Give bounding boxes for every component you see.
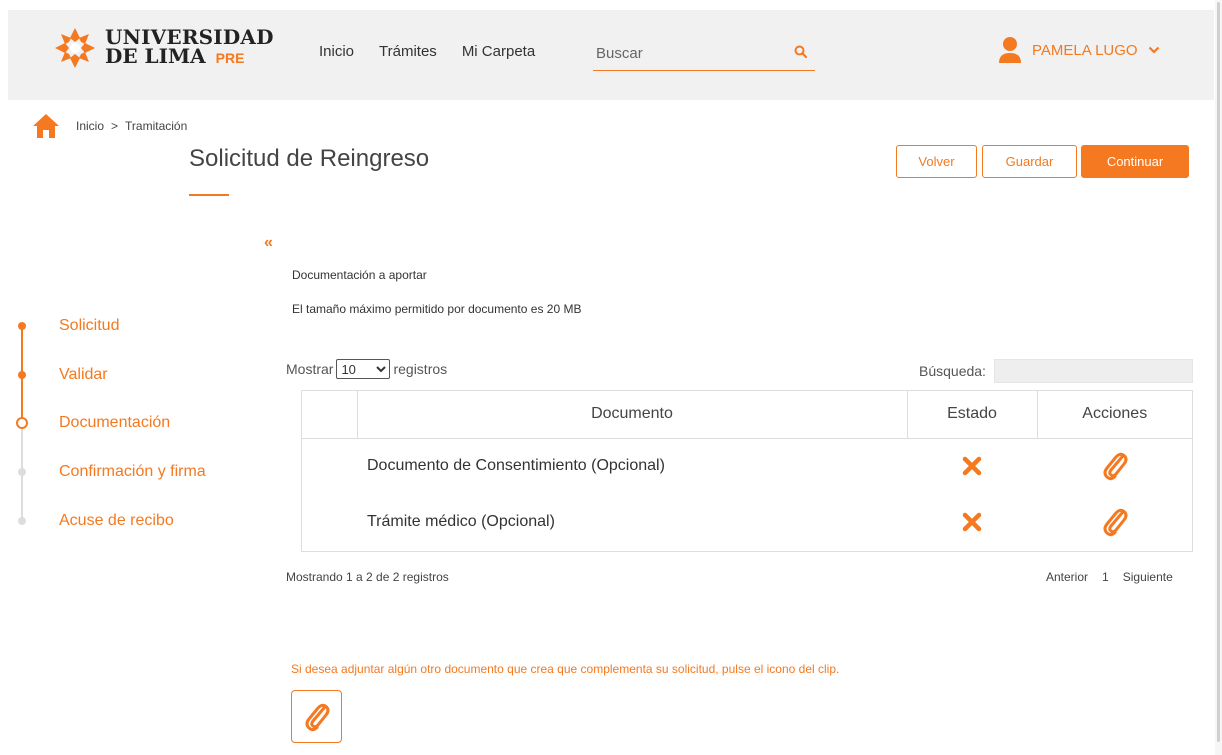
collapse-sidebar-button[interactable]: « (264, 234, 273, 252)
pagination: Anterior 1 Siguiente (1046, 570, 1173, 584)
table-info: Mostrando 1 a 2 de 2 registros (286, 570, 449, 584)
step-dot (18, 371, 26, 379)
step-documentacion[interactable]: Documentación (0, 410, 260, 434)
step-label: Acuse de recibo (59, 512, 174, 529)
x-icon (962, 457, 982, 476)
table-search-label: Búsqueda: (919, 363, 986, 379)
home-icon[interactable] (32, 113, 60, 139)
step-label: Solicitud (59, 317, 120, 334)
acciones-cell (1037, 438, 1192, 494)
step-dot-current (16, 417, 28, 429)
breadcrumb-separator: > (111, 119, 119, 133)
page-title: Solicitud de Reingreso (189, 145, 430, 172)
logo-star-icon (55, 28, 95, 68)
column-header-acciones: Acciones (1036, 391, 1192, 439)
scrollbar-thumb[interactable] (1217, 2, 1220, 742)
show-suffix: registros (393, 361, 448, 377)
step-label: Validar (59, 366, 108, 383)
step-dot-pending (18, 468, 26, 476)
guardar-button[interactable]: Guardar (982, 145, 1077, 178)
paperclip-icon (305, 703, 329, 731)
university-logo[interactable]: UNIVERSIDAD DE LIMA PRE (53, 26, 274, 70)
step-acuse[interactable]: Acuse de recibo (0, 508, 260, 532)
paperclip-icon[interactable] (1102, 507, 1128, 537)
volver-button[interactable]: Volver (896, 145, 977, 178)
row-empty-cell (302, 438, 357, 494)
estado-cell (907, 494, 1037, 550)
pagination-previous[interactable]: Anterior (1046, 570, 1088, 584)
step-dot (18, 322, 26, 330)
attach-extra-button[interactable] (291, 690, 342, 743)
step-solicitud[interactable]: Solicitud (0, 313, 260, 337)
estado-cell (907, 438, 1037, 494)
column-header-empty (302, 391, 357, 439)
user-menu[interactable]: PAMELA LUGO (998, 36, 1160, 64)
logo-tag: PRE (215, 50, 245, 66)
row-empty-cell (302, 494, 357, 550)
main-nav: Inicio Trámites Mi Carpeta (319, 43, 535, 60)
logo-text: UNIVERSIDAD DE LIMA PRE (105, 27, 274, 68)
title-underline (189, 194, 229, 196)
column-header-estado[interactable]: Estado (906, 391, 1037, 439)
paperclip-icon[interactable] (1102, 451, 1128, 481)
user-name: PAMELA LUGO (1032, 41, 1138, 59)
document-name: Trámite médico (Opcional) (367, 513, 555, 530)
table-row: Trámite médico (Opcional) (302, 494, 1192, 550)
nav-item-mi-carpeta[interactable]: Mi Carpeta (462, 43, 535, 60)
breadcrumb-inicio[interactable]: Inicio (76, 119, 104, 133)
step-label: Documentación (59, 414, 171, 431)
show-prefix: Mostrar (286, 361, 334, 377)
breadcrumb: Inicio > Tramitación (32, 113, 187, 139)
continuar-button[interactable]: Continuar (1081, 145, 1189, 178)
search-input[interactable] (593, 38, 783, 68)
document-name: Documento de Consentimiento (Opcional) (367, 457, 665, 475)
pagination-page-1[interactable]: 1 (1102, 570, 1109, 584)
extra-document-note: Si desea adjuntar algún otro documento q… (291, 662, 840, 676)
documents-table: Documento Estado Acciones Documento de C… (301, 390, 1193, 552)
chevron-down-icon (1148, 46, 1159, 54)
table-header-row: Documento Estado Acciones (302, 391, 1192, 439)
step-validar[interactable]: Validar (0, 362, 260, 386)
logo-line2: DE LIMA (105, 44, 206, 68)
search-icon[interactable] (794, 45, 807, 58)
page-length-select[interactable]: 10 (336, 359, 391, 379)
pagination-next[interactable]: Siguiente (1123, 570, 1173, 584)
search-box (593, 38, 815, 71)
acciones-cell (1037, 494, 1192, 550)
nav-item-inicio[interactable]: Inicio (319, 43, 354, 60)
table-search: Búsqueda: (919, 359, 1193, 383)
breadcrumb-tramitacion: Tramitación (125, 119, 188, 133)
documentation-heading: Documentación a aportar (292, 268, 427, 282)
step-dot-pending (18, 517, 26, 525)
table-search-input[interactable] (993, 359, 1193, 383)
user-icon (999, 37, 1021, 63)
table-row: Documento de Consentimiento (Opcional) (302, 438, 1192, 494)
x-icon (962, 512, 982, 532)
nav-item-tramites[interactable]: Trámites (379, 43, 437, 60)
max-size-note: El tamaño máximo permitido por documento… (292, 302, 582, 316)
page-length-control: Mostrar 10 registros (286, 359, 447, 379)
column-header-documento[interactable]: Documento (356, 391, 907, 439)
top-header: UNIVERSIDAD DE LIMA PRE Inicio Trámites M… (8, 10, 1214, 100)
step-confirmacion[interactable]: Confirmación y firma (0, 459, 260, 483)
step-label: Confirmación y firma (59, 463, 206, 480)
